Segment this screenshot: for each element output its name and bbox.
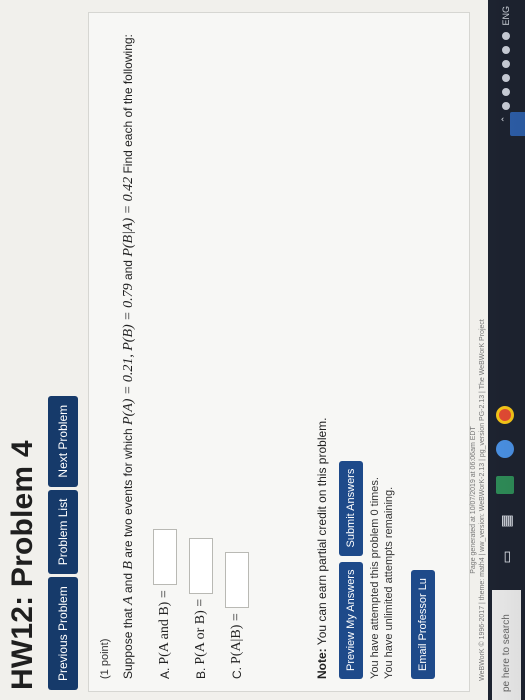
attempts-remaining: You have unlimited attempts remaining. xyxy=(383,486,395,679)
wifi-icon[interactable] xyxy=(501,45,510,54)
note-label: Note: xyxy=(315,648,329,679)
submit-answers-button[interactable]: Submit Answers xyxy=(339,460,363,556)
partial-credit-note: Note: You can earn partial credit on thi… xyxy=(315,418,329,680)
part-b: B. P(A or B) = xyxy=(189,537,213,679)
answer-input-c[interactable] xyxy=(225,552,249,609)
footer-copyright: WeBWorK © 1996-2017 | theme: math4 | ww_… xyxy=(479,319,486,681)
part-c: C. P(A|B) = xyxy=(225,552,249,679)
statement-find: Find each of the following: xyxy=(121,34,135,174)
tray-icon-4[interactable] xyxy=(501,59,510,68)
part-c-label: C. xyxy=(230,667,244,679)
task-view-icon[interactable]: ▭ xyxy=(496,548,516,566)
problem-nav: Previous Problem Problem List Next Probl… xyxy=(48,395,78,690)
event-b: B xyxy=(121,561,136,570)
volume-icon[interactable] xyxy=(501,31,510,40)
problem-points: (1 point) xyxy=(99,638,111,679)
chrome-icon[interactable] xyxy=(496,406,514,424)
statement-and-2: and xyxy=(121,260,135,281)
attempts-count: You have attempted this problem 0 times. xyxy=(369,477,381,679)
prob-a: P(A) = 0.21, xyxy=(121,354,136,425)
statement-intro: Suppose that xyxy=(121,608,135,679)
note-text: You can earn partial credit on this prob… xyxy=(315,417,329,646)
browser-screen: HW12: Problem 4 Previous Problem Problem… xyxy=(0,0,525,700)
tray-icon-3[interactable] xyxy=(501,73,510,82)
tray-icon-1[interactable] xyxy=(501,101,510,110)
problem-list-button[interactable]: Problem List xyxy=(48,489,78,575)
previous-problem-button[interactable]: Previous Problem xyxy=(48,577,78,690)
event-a: A xyxy=(121,596,136,605)
preview-answers-button[interactable]: Preview My Answers xyxy=(339,561,363,679)
part-a-label: A. xyxy=(158,667,172,679)
page-title: HW12: Problem 4 xyxy=(6,440,39,690)
statement-and: and xyxy=(121,572,135,594)
browser-edge-tab xyxy=(510,112,525,136)
answer-actions: Preview My Answers Submit Answers xyxy=(339,460,363,679)
next-problem-button[interactable]: Next Problem xyxy=(48,395,78,487)
problem-panel: (1 point) Suppose that A and B are two e… xyxy=(88,12,470,692)
part-a-expr: P(A and B) = xyxy=(157,590,172,665)
email-professor-button[interactable]: Email Professor Lu xyxy=(411,570,435,679)
taskbar-search-input[interactable]: pe here to search xyxy=(492,590,521,700)
windows-taskbar: pe here to search ▭ ▦ ⌃ ENG xyxy=(488,0,525,700)
prob-b: P(B) = 0.79 xyxy=(121,283,136,351)
part-b-label: B. xyxy=(194,667,208,679)
prob-b-given-a: P(B|A) = 0.42 xyxy=(121,176,136,257)
app-icon-green[interactable] xyxy=(496,476,514,494)
answer-input-b[interactable] xyxy=(189,537,213,594)
webwork-page: HW12: Problem 4 Previous Problem Problem… xyxy=(0,0,488,700)
tray-icon-2[interactable] xyxy=(501,87,510,96)
language-indicator[interactable]: ENG xyxy=(501,6,511,26)
part-b-expr: P(A or B) = xyxy=(193,598,208,665)
system-tray: ⌃ ENG xyxy=(500,6,511,123)
part-a: A. P(A and B) = xyxy=(153,529,177,679)
file-explorer-icon[interactable]: ▦ xyxy=(496,512,516,530)
answer-input-a[interactable] xyxy=(153,529,177,586)
footer-generated: Page generated at 10/07/2019 at 06:06am … xyxy=(470,426,477,574)
statement-events: are two events for which xyxy=(121,428,135,558)
problem-statement: Suppose that A and B are two events for … xyxy=(119,29,138,679)
part-c-expr: P(A|B) = xyxy=(229,613,244,664)
app-icon-blue[interactable] xyxy=(496,440,514,458)
